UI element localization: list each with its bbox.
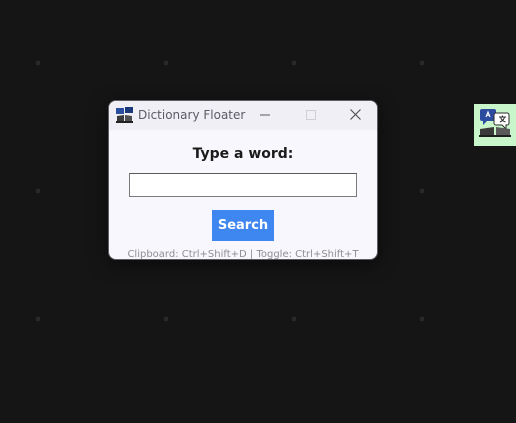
prompt-label: Type a word: (192, 146, 294, 162)
title-bar[interactable]: Dictionary Floater (109, 101, 377, 130)
dictionary-app-icon (116, 107, 133, 123)
translate-dictionary-icon (478, 108, 512, 143)
maximize-button[interactable] (288, 101, 334, 130)
minimize-icon (260, 107, 270, 125)
window-title: Dictionary Floater (138, 108, 246, 122)
close-icon (349, 107, 361, 125)
close-button[interactable] (332, 101, 377, 130)
dictionary-floater-window: Dictionary Floater Type a word: Search C… (108, 100, 378, 260)
floater-content: Type a word: Search Clipboard: Ctrl+Shif… (109, 130, 377, 260)
minimize-button[interactable] (242, 101, 288, 130)
hotkey-hint: Clipboard: Ctrl+Shift+D | Toggle: Ctrl+S… (127, 249, 359, 260)
floating-tray-widget[interactable] (474, 104, 516, 146)
word-input[interactable] (129, 173, 357, 197)
maximize-icon (306, 107, 316, 125)
search-button[interactable]: Search (212, 210, 274, 241)
